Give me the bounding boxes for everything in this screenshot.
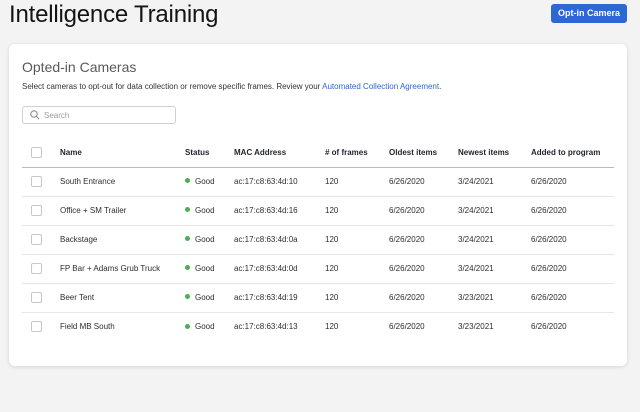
- camera-name: Field MB South: [60, 322, 115, 332]
- status-text: Good: [195, 235, 215, 244]
- camera-name: Office + SM Trailer: [60, 196, 185, 226]
- status-good-icon: [185, 323, 190, 329]
- row-checkbox-cell: [22, 196, 60, 226]
- frame-count: 120: [325, 254, 389, 284]
- column-header-newest-items[interactable]: Newest items: [458, 138, 531, 168]
- status-good-icon: [185, 236, 190, 242]
- status-good-icon: [185, 178, 190, 184]
- added-date: 6/26/2020: [531, 283, 614, 313]
- row-checkbox-cell: [22, 254, 60, 284]
- select-all-checkbox[interactable]: [31, 146, 42, 158]
- newest-item-date: 3/23/2021: [458, 322, 494, 332]
- frame-count: 120: [325, 322, 339, 332]
- column-header-mac-address[interactable]: MAC Address: [234, 138, 325, 168]
- camera-status: Good: [185, 196, 234, 226]
- row-checkbox-cell: [22, 167, 60, 197]
- camera-status: Good: [185, 254, 234, 284]
- frame-count: 120: [325, 225, 389, 255]
- status-text: Good: [195, 264, 215, 273]
- added-date: 6/26/2020: [531, 225, 614, 255]
- oldest-item-date: 6/26/2020: [389, 322, 425, 332]
- frame-count: 120: [325, 167, 389, 197]
- camera-status: Good: [185, 283, 234, 313]
- status-good-icon: [185, 294, 190, 300]
- table-row[interactable]: Office + SM Trailer Good ac:17:c8:63:4d:16…: [22, 196, 614, 226]
- camera-status: Good: [185, 225, 234, 255]
- oldest-item-date: 6/26/2020: [389, 167, 458, 197]
- status-good-icon: [185, 265, 190, 271]
- newest-item-date: 3/24/2021: [458, 225, 531, 255]
- added-date: 6/26/2020: [531, 254, 614, 284]
- opt-in-camera-button[interactable]: Opt-in Camera: [551, 4, 627, 23]
- column-header-oldest-items[interactable]: Oldest items: [389, 138, 458, 168]
- camera-status: Good: [185, 312, 234, 341]
- table-row[interactable]: Backstage Good ac:17:c8:63:4d:0a 120 6/26/20…: [22, 225, 614, 255]
- row-checkbox[interactable]: [31, 234, 42, 245]
- search-icon: [30, 110, 40, 120]
- opted-in-cameras-card: Opted-in Cameras Select cameras to opt-o…: [9, 44, 627, 366]
- newest-item-date: 3/24/2021: [458, 254, 531, 284]
- column-header-name[interactable]: Name: [60, 138, 185, 168]
- select-all-cell: [22, 138, 60, 168]
- added-date: 6/26/2020: [531, 167, 614, 197]
- status-text: Good: [195, 322, 215, 332]
- search-box[interactable]: [22, 106, 176, 124]
- frame-count: 120: [325, 283, 389, 313]
- row-checkbox[interactable]: [31, 321, 42, 333]
- description-text: Select cameras to opt-out for data colle…: [22, 82, 323, 91]
- row-checkbox[interactable]: [31, 263, 42, 274]
- cameras-table: Name Status MAC Address # of frames Olde…: [22, 138, 614, 341]
- added-date: 6/26/2020: [531, 322, 567, 332]
- newest-item-date: 3/24/2021: [458, 196, 531, 226]
- mac-address: ac:17:c8:63:4d:19: [234, 283, 325, 313]
- oldest-item-date: 6/26/2020: [389, 196, 458, 226]
- status-good-icon: [185, 207, 190, 213]
- table-row[interactable]: Beer Tent Good ac:17:c8:63:4d:19 120 6/26/20…: [22, 283, 614, 313]
- row-checkbox[interactable]: [31, 176, 42, 187]
- mac-address: ac:17:c8:63:4d:10: [234, 167, 325, 197]
- mac-address: ac:17:c8:63:4d:0d: [234, 254, 325, 284]
- oldest-item-date: 6/26/2020: [389, 225, 458, 255]
- status-text: Good: [195, 177, 215, 186]
- automated-collection-agreement-link[interactable]: Automated Collection Agreement: [322, 82, 439, 91]
- newest-item-date: 3/23/2021: [458, 283, 531, 313]
- row-checkbox-cell: [22, 312, 60, 341]
- description-end: .: [439, 82, 442, 91]
- column-header-added-to-program[interactable]: Added to program: [531, 138, 614, 168]
- newest-item-date: 3/24/2021: [458, 167, 531, 197]
- page-title: Intelligence Training: [9, 1, 219, 28]
- column-header-frames[interactable]: # of frames: [325, 138, 389, 168]
- oldest-item-date: 6/26/2020: [389, 283, 458, 313]
- camera-name: Beer Tent: [60, 283, 185, 313]
- camera-name: Backstage: [60, 225, 185, 255]
- table-row[interactable]: South Entrance Good ac:17:c8:63:4d:10 120 6/…: [22, 167, 614, 197]
- oldest-item-date: 6/26/2020: [389, 254, 458, 284]
- table-header-row: Name Status MAC Address # of frames Olde…: [22, 138, 614, 168]
- row-checkbox[interactable]: [31, 292, 42, 303]
- camera-status: Good: [185, 167, 234, 197]
- mac-address: ac:17:c8:63:4d:13: [234, 322, 298, 332]
- table-row[interactable]: Field MB South Good ac:17:c8:63:4d:13 120 6/…: [22, 312, 614, 341]
- camera-name: South Entrance: [60, 167, 185, 197]
- card-title: Opted-in Cameras: [22, 59, 137, 75]
- added-date: 6/26/2020: [531, 196, 614, 226]
- search-input[interactable]: [43, 110, 163, 120]
- row-checkbox[interactable]: [31, 205, 42, 216]
- status-text: Good: [195, 293, 215, 302]
- mac-address: ac:17:c8:63:4d:16: [234, 196, 325, 226]
- card-description: Select cameras to opt-out for data colle…: [22, 82, 441, 91]
- frame-count: 120: [325, 196, 389, 226]
- row-checkbox-cell: [22, 225, 60, 255]
- mac-address: ac:17:c8:63:4d:0a: [234, 225, 325, 255]
- table-row[interactable]: FP Bar + Adams Grub Truck Good ac:17:c8:63…: [22, 254, 614, 284]
- camera-name: FP Bar + Adams Grub Truck: [60, 254, 185, 284]
- column-header-status[interactable]: Status: [185, 138, 234, 168]
- row-checkbox-cell: [22, 283, 60, 313]
- status-text: Good: [195, 206, 215, 215]
